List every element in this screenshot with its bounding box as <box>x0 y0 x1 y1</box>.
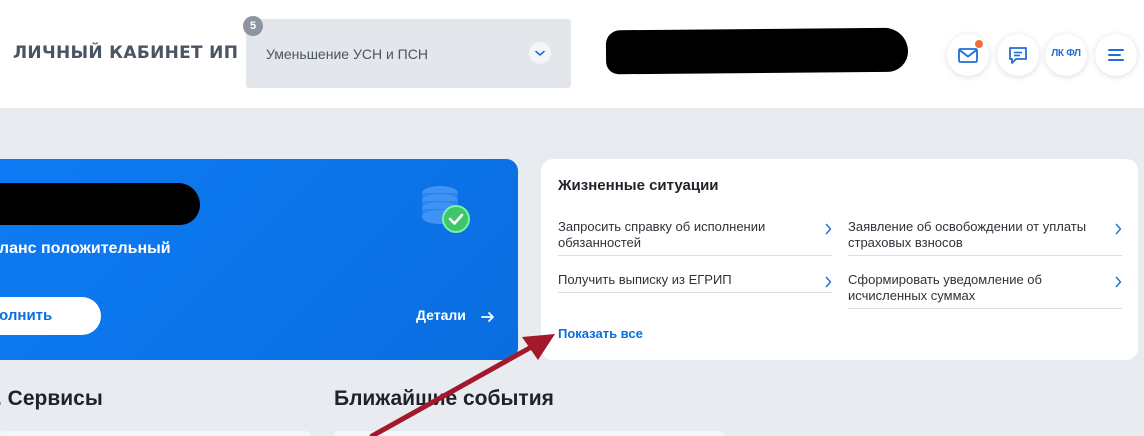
annotation-arrow <box>369 334 555 436</box>
